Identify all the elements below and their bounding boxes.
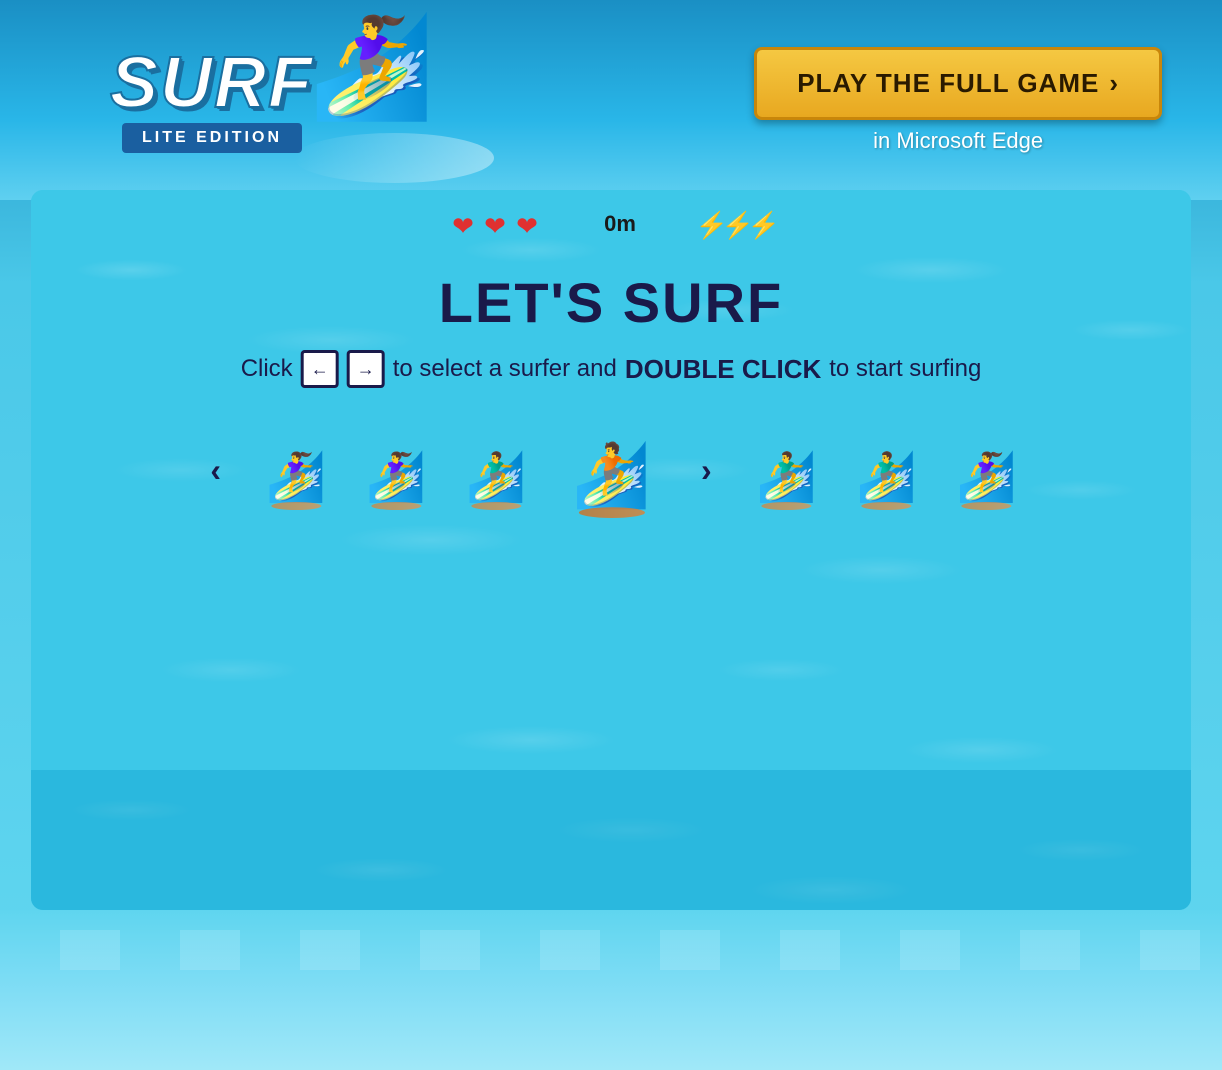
heart-2: ❤ [484, 211, 512, 237]
hearts-display: ❤ ❤ ❤ [452, 211, 544, 237]
surfer-option-6[interactable]: 🏄‍♂️ [852, 430, 922, 510]
header-surfer-icon: 🏄‍♀️ [309, 17, 434, 117]
prev-surfer-button[interactable]: ‹ [200, 442, 231, 499]
surfer-1-sprite: 🏄‍♀️ [266, 454, 326, 502]
wave-splash [294, 133, 494, 183]
surfer-6-sprite: 🏄‍♂️ [857, 454, 917, 502]
play-full-game-button[interactable]: PLAY THE FULL GAME › [754, 47, 1162, 120]
hud: ❤ ❤ ❤ 0m ⚡ ⚡ ⚡ [452, 210, 770, 238]
below-game-area [0, 910, 1222, 1070]
lite-edition-badge: LITE EDITION [122, 123, 302, 153]
play-button-arrow: › [1109, 68, 1119, 99]
surfer-4-sprite: 🏄 [572, 445, 650, 507]
bolts-display: ⚡ ⚡ ⚡ [696, 210, 770, 238]
surfer-select: ‹ 🏄‍♀️ 🏄‍♀️ 🏄‍♂️ 🏄 [200, 430, 1021, 510]
instruction-middle: to select a surfer and [393, 355, 617, 383]
instructions: Click ← → to select a surfer and DOUBLE … [241, 350, 982, 388]
heart-3: ❤ [516, 211, 544, 237]
surfer-option-3[interactable]: 🏄‍♂️ [461, 430, 531, 510]
bolt-2: ⚡ [722, 210, 744, 238]
arrow-left-box[interactable]: ← [301, 350, 339, 388]
play-button-area: PLAY THE FULL GAME › in Microsoft Edge [754, 47, 1162, 154]
surfer-2-sprite: 🏄‍♀️ [366, 454, 426, 502]
wave-pattern-bottom [0, 930, 1222, 970]
instruction-prefix: Click [241, 355, 293, 383]
bolt-1: ⚡ [696, 210, 718, 238]
game-area: ❤ ❤ ❤ 0m ⚡ ⚡ ⚡ LET'S SURF Click ← [31, 190, 1191, 910]
surfer-3-sprite: 🏄‍♂️ [466, 454, 526, 502]
play-button-label: PLAY THE FULL GAME [797, 68, 1099, 99]
surfer-option-4-selected[interactable]: 🏄 [569, 422, 653, 518]
board-6 [862, 502, 912, 510]
double-click-label: DOUBLE CLICK [625, 354, 821, 385]
heart-1: ❤ [452, 211, 480, 237]
instruction-suffix: to start surfing [829, 355, 981, 383]
board-4 [578, 507, 644, 518]
board-1 [271, 502, 321, 510]
logo-area: SURF LITE EDITION 🏄‍♀️ [110, 47, 314, 153]
arrow-right-box[interactable]: → [347, 350, 385, 388]
surfer-5-sprite: 🏄‍♂️ [757, 454, 817, 502]
board-7 [962, 502, 1012, 510]
arrow-left-icon: ← [311, 359, 329, 380]
surfer-option-5[interactable]: 🏄‍♂️ [752, 430, 822, 510]
bottom-water [31, 770, 1191, 910]
surfer-7-sprite: 🏄‍♀️ [957, 454, 1017, 502]
board-2 [371, 502, 421, 510]
game-title: LET'S SURF [439, 270, 783, 335]
surfer-option-7[interactable]: 🏄‍♀️ [952, 430, 1022, 510]
surf-logo-text: SURF [110, 47, 314, 119]
bolt-3: ⚡ [748, 210, 770, 238]
distance-display: 0m [604, 211, 636, 237]
surfer-option-1[interactable]: 🏄‍♀️ [261, 430, 331, 510]
next-surfer-button[interactable]: › [691, 442, 722, 499]
board-5 [762, 502, 812, 510]
edge-label: in Microsoft Edge [873, 128, 1043, 154]
surfer-option-2[interactable]: 🏄‍♀️ [361, 430, 431, 510]
board-3 [471, 502, 521, 510]
arrow-right-icon: → [357, 359, 375, 380]
